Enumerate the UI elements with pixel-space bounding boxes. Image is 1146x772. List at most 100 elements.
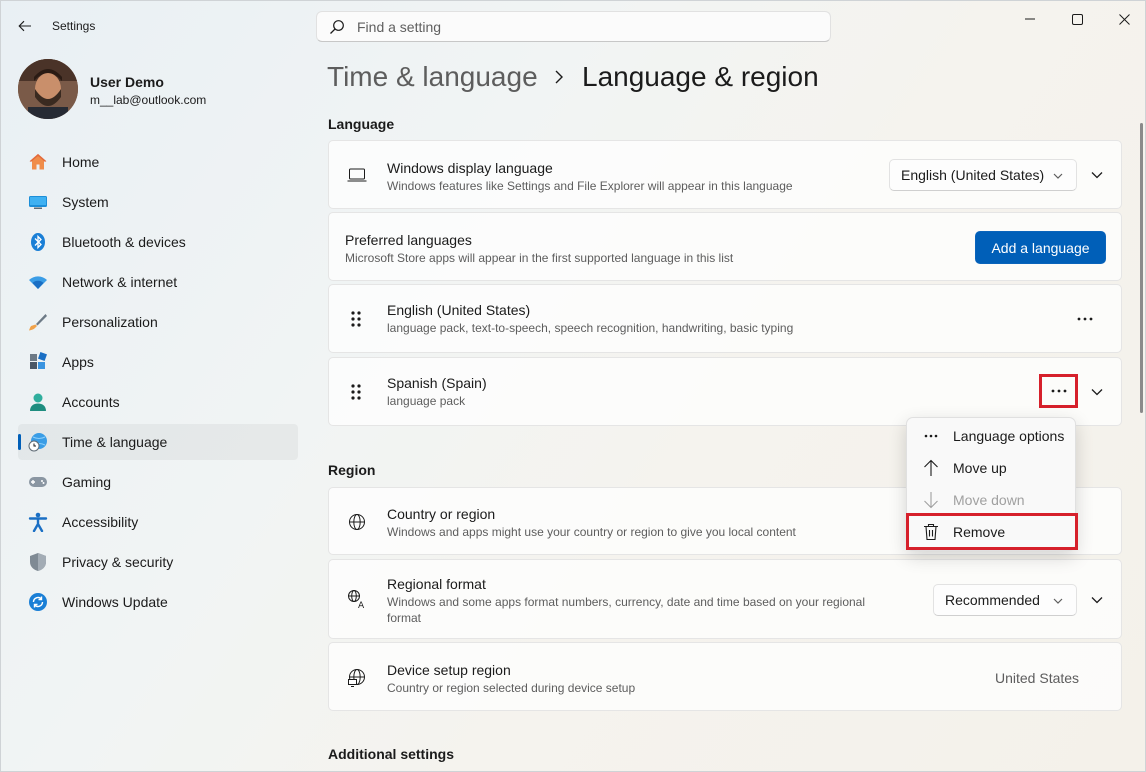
sidebar-item-gaming[interactable]: Gaming (18, 464, 298, 500)
regional-format-dropdown[interactable]: Recommended (933, 584, 1077, 616)
back-button[interactable] (11, 13, 39, 39)
chevron-down-icon (1052, 595, 1064, 607)
scrollbar[interactable] (1140, 123, 1143, 413)
home-icon (28, 152, 48, 172)
more-icon (1077, 317, 1093, 321)
language-name: English (United States) (387, 302, 531, 318)
regional-format-card[interactable]: A Regional format Windows and some apps … (328, 559, 1122, 639)
sidebar-item-windows-update[interactable]: Windows Update (18, 584, 298, 620)
more-icon (1051, 389, 1066, 393)
sidebar-item-accessibility[interactable]: Accessibility (18, 504, 298, 540)
sidebar-item-personalization[interactable]: Personalization (18, 304, 298, 340)
more-options-button-highlighted[interactable] (1039, 374, 1078, 408)
sidebar-item-label: Accessibility (62, 514, 139, 530)
update-icon (28, 592, 48, 612)
globe-icon (347, 512, 367, 532)
breadcrumb-parent[interactable]: Time & language (327, 61, 538, 93)
sidebar-item-accounts[interactable]: Accounts (18, 384, 298, 420)
language-features: language pack (387, 394, 466, 408)
search-box[interactable] (316, 11, 831, 42)
remove-highlight-box (906, 513, 1078, 550)
card-title: Country or region (387, 506, 496, 522)
close-button[interactable] (1102, 7, 1146, 31)
sidebar-nav: Home System Bluetooth & devices Network … (18, 144, 298, 624)
device-region-value: United States (995, 670, 1080, 686)
sidebar-item-label: Apps (62, 354, 94, 370)
avatar[interactable] (18, 59, 78, 119)
globe-monitor-icon (347, 668, 367, 688)
preferred-languages-card: Preferred languages Microsoft Store apps… (328, 212, 1122, 281)
settings-window: Settings User Demo m__lab@outlook.com (0, 0, 1146, 772)
card-description: Windows and apps might use your country … (387, 525, 796, 539)
gamepad-icon (28, 472, 48, 492)
section-title-additional: Additional settings (328, 746, 454, 762)
sidebar-item-label: Bluetooth & devices (62, 234, 186, 250)
arrow-up-icon (922, 459, 940, 477)
sidebar-item-time-language[interactable]: Time & language (18, 424, 298, 460)
section-title-region: Region (328, 462, 376, 478)
maximize-button[interactable] (1055, 7, 1099, 31)
chevron-down-icon (1052, 170, 1064, 182)
dropdown-value: Recommended (945, 592, 1040, 608)
sidebar-item-privacy[interactable]: Privacy & security (18, 544, 298, 580)
shield-icon (28, 552, 48, 572)
accounts-icon (28, 392, 48, 412)
expand-chevron-icon[interactable] (1089, 384, 1105, 400)
wifi-icon (28, 272, 48, 292)
drag-handle-icon[interactable] (349, 309, 363, 329)
expand-chevron-icon[interactable] (1089, 592, 1105, 608)
card-title: Regional format (387, 576, 486, 592)
bluetooth-icon (28, 232, 48, 252)
svg-text:A: A (358, 601, 365, 609)
minimize-button[interactable] (1008, 7, 1052, 31)
menu-item-move-up[interactable]: Move up (911, 453, 1073, 483)
language-item-spanish[interactable]: Spanish (Spain) language pack (328, 357, 1122, 426)
globe-clock-icon (28, 432, 48, 452)
sidebar-item-label: Personalization (62, 314, 158, 330)
sidebar-item-label: Network & internet (62, 274, 178, 290)
user-name: User Demo (90, 74, 164, 90)
more-options-button[interactable] (1067, 303, 1103, 335)
search-input[interactable] (357, 18, 797, 35)
laptop-icon (347, 165, 367, 185)
menu-item-language-options[interactable]: Language options (911, 421, 1073, 451)
card-description: Country or region selected during device… (387, 681, 636, 695)
menu-item-move-down: Move down (911, 485, 1073, 515)
menu-item-label: Move down (953, 492, 1025, 508)
display-language-dropdown[interactable]: English (United States) (889, 159, 1077, 191)
arrow-down-icon (922, 491, 940, 509)
sidebar-item-system[interactable]: System (18, 184, 298, 220)
system-icon (28, 192, 48, 212)
drag-handle-icon[interactable] (349, 382, 363, 402)
card-title: Preferred languages (345, 232, 472, 248)
sidebar-item-bluetooth[interactable]: Bluetooth & devices (18, 224, 298, 260)
regional-format-icon: A (347, 589, 367, 609)
add-language-button[interactable]: Add a language (975, 231, 1106, 264)
language-item-english[interactable]: English (United States) language pack, t… (328, 284, 1122, 353)
sidebar-item-label: Accounts (62, 394, 120, 410)
accessibility-icon (28, 512, 48, 532)
sidebar-item-apps[interactable]: Apps (18, 344, 298, 380)
display-language-card[interactable]: Windows display language Windows feature… (328, 140, 1122, 209)
expand-chevron-icon[interactable] (1089, 167, 1105, 183)
device-setup-region-card: Device setup region Country or region se… (328, 642, 1122, 711)
dropdown-value: English (United States) (901, 167, 1045, 183)
menu-item-label: Move up (953, 460, 1007, 476)
sidebar-item-home[interactable]: Home (18, 144, 298, 180)
more-icon (922, 427, 940, 445)
sidebar-item-network[interactable]: Network & internet (18, 264, 298, 300)
card-description: Windows features like Settings and File … (387, 179, 793, 193)
minimize-icon (1025, 18, 1035, 20)
apps-icon (28, 352, 48, 372)
back-arrow-icon (18, 20, 31, 32)
close-icon (1118, 13, 1130, 25)
section-title-language: Language (328, 116, 395, 132)
sidebar-item-label: Windows Update (62, 594, 168, 610)
chevron-right-icon (554, 65, 570, 89)
user-email: m__lab@outlook.com (90, 93, 207, 107)
language-features: language pack, text-to-speech, speech re… (387, 321, 794, 335)
sidebar-item-label: Home (62, 154, 100, 170)
menu-item-label: Language options (953, 428, 1065, 444)
search-icon (329, 19, 345, 35)
card-title: Windows display language (387, 160, 553, 176)
